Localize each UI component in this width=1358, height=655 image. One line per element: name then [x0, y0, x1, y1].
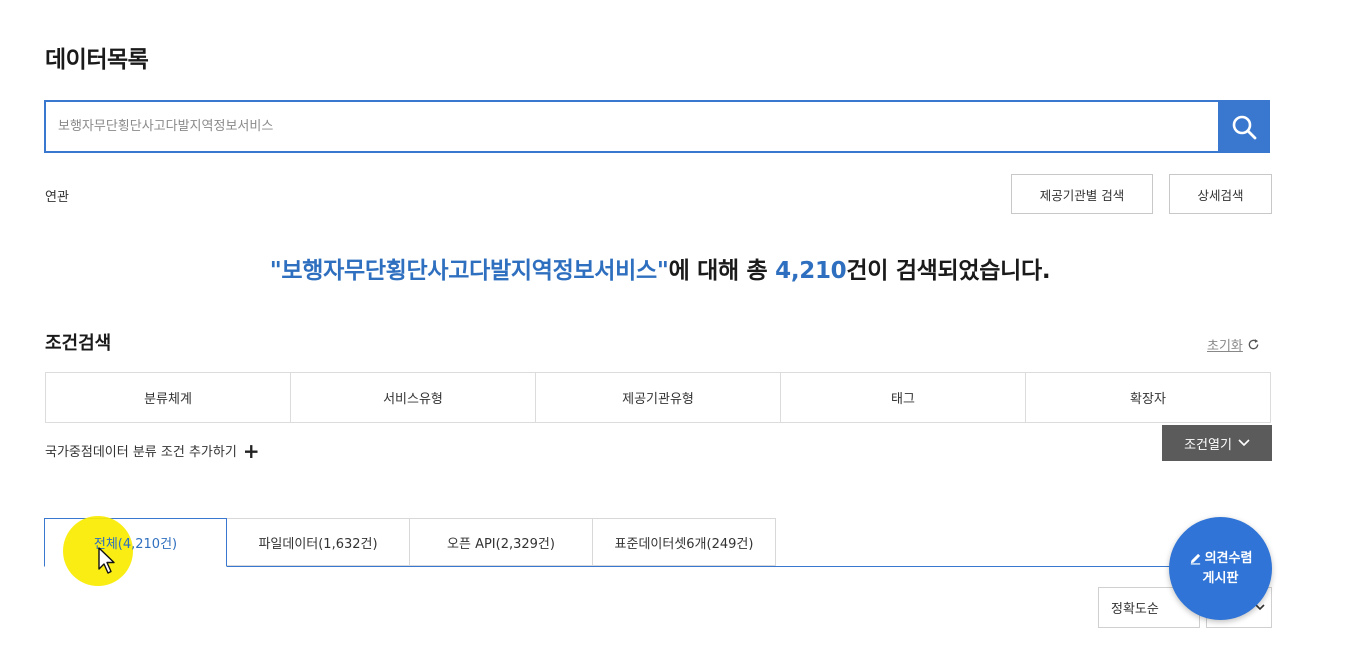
- tab-standard-dataset[interactable]: 표준데이터셋6개(249건): [593, 518, 776, 566]
- search-input[interactable]: [46, 102, 1220, 151]
- search-icon: [1232, 115, 1257, 139]
- related-keywords-label: 연관: [45, 190, 69, 205]
- add-condition-label: 국가중점데이터 분류 조건 추가하기: [45, 445, 237, 460]
- mouse-pointer-icon: [98, 547, 115, 574]
- condition-extension[interactable]: 확장자: [1026, 373, 1270, 422]
- reset-label: 초기화: [1207, 339, 1243, 354]
- reset-button[interactable]: 초기화: [1207, 335, 1260, 354]
- feedback-line2: 게시판: [1202, 570, 1239, 586]
- result-tail-text: 건이 검색되었습니다.: [846, 258, 1051, 284]
- condition-service-type[interactable]: 서비스유형: [291, 373, 536, 422]
- result-summary: "보행자무단횡단사고다발지역정보서비스"에 대해 총 4,210건이 검색되었습…: [0, 251, 1320, 285]
- tab-open-api[interactable]: 오픈 API(2,329건): [410, 518, 593, 566]
- search-box: [44, 100, 1270, 153]
- open-conditions-label: 조건열기: [1184, 437, 1232, 453]
- feedback-line1: 의견수렴: [1204, 550, 1253, 566]
- result-mid-text: 에 대해 총: [668, 258, 776, 284]
- conditions-table: 분류체계 서비스유형 제공기관유형 태그 확장자: [45, 372, 1271, 423]
- add-national-data-condition[interactable]: 국가중점데이터 분류 조건 추가하기 +: [45, 438, 260, 463]
- feedback-board-button[interactable]: 의견수렴 게시판: [1169, 517, 1272, 620]
- condition-classification[interactable]: 분류체계: [46, 373, 291, 422]
- condition-provider-type[interactable]: 제공기관유형: [536, 373, 781, 422]
- refresh-icon: [1248, 339, 1259, 350]
- chevron-down-icon: [1238, 439, 1250, 447]
- detail-search-button[interactable]: 상세검색: [1169, 174, 1272, 214]
- pencil-icon: [1190, 553, 1200, 565]
- org-search-button[interactable]: 제공기관별 검색: [1011, 174, 1153, 214]
- result-query: "보행자무단횡단사고다발지역정보서비스": [269, 258, 669, 284]
- feedback-row: 의견수렴: [1189, 549, 1253, 569]
- open-conditions-button[interactable]: 조건열기: [1162, 425, 1272, 461]
- conditions-title: 조건검색: [45, 333, 112, 354]
- page-title: 데이터목록: [45, 47, 149, 73]
- tab-file-data[interactable]: 파일데이터(1,632건): [227, 518, 410, 566]
- condition-tag[interactable]: 태그: [781, 373, 1026, 422]
- result-count: 4,210: [775, 258, 847, 284]
- sort-selected-value: 정확도순: [1111, 602, 1159, 617]
- search-button[interactable]: [1218, 100, 1270, 153]
- plus-icon: +: [242, 438, 260, 463]
- page: 데이터목록 연관 제공기관별 검색 상세검색 "보행자무단횡단사고다발지역정보서…: [0, 0, 1358, 655]
- tab-all-label: 전체(4,210건): [93, 537, 178, 552]
